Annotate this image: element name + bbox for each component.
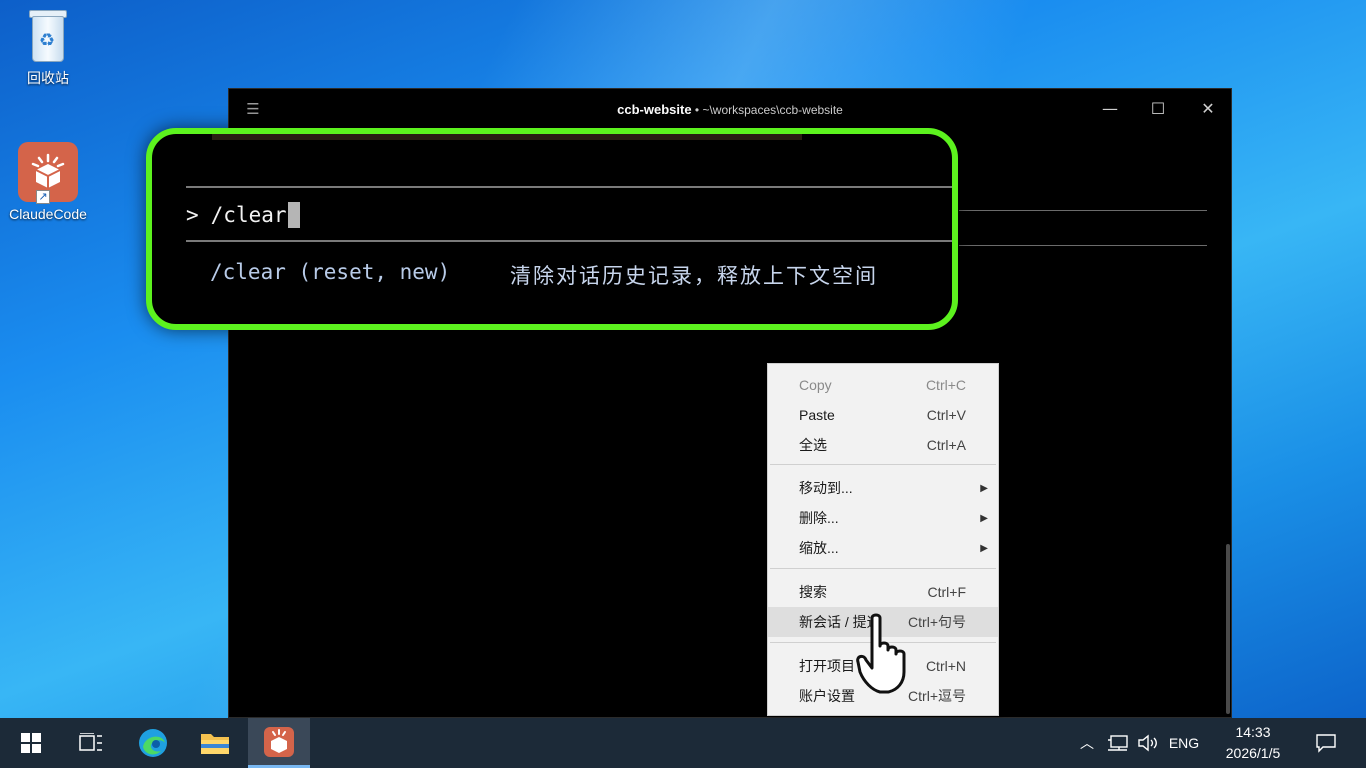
hand-pointer-icon	[856, 613, 906, 694]
menu-item-shortcut: Ctrl+V	[926, 407, 966, 423]
title-bar[interactable]: ☰ ccb-website • ~\workspaces\ccb-website…	[229, 89, 1231, 131]
desktop-icon-claudecode[interactable]: ↗ ClaudeCode	[0, 142, 96, 222]
clock-time: 14:33	[1235, 724, 1271, 740]
menu-item-copy[interactable]: Copy Ctrl+C	[768, 370, 998, 400]
menu-item-label: 账户设置	[799, 688, 855, 704]
input-bottom-divider	[186, 240, 952, 242]
input-top-divider	[186, 186, 952, 188]
terminal-divider	[959, 245, 1207, 246]
menu-item-search[interactable]: 搜索 Ctrl+F	[768, 577, 998, 607]
input-text: /clear	[210, 203, 287, 227]
desktop-icon-label: 回收站	[27, 70, 69, 86]
zoom-highlight-callout: > /clear /clear (reset, new) 清除对话历史记录，释放上…	[146, 128, 958, 330]
notification-center-button[interactable]	[1306, 718, 1346, 768]
edge-browser-icon	[139, 729, 167, 757]
suggestion-description: 清除对话历史记录，释放上下文空间	[510, 264, 878, 288]
submenu-arrow-icon: ▶	[980, 542, 988, 554]
taskbar-edge-button[interactable]	[122, 718, 184, 768]
taskbar-file-explorer-button[interactable]	[184, 718, 246, 768]
menu-separator	[770, 464, 996, 465]
clock-date: 2026/1/5	[1225, 745, 1281, 761]
folder-icon	[201, 734, 229, 754]
prompt-symbol: >	[186, 203, 199, 227]
menu-item-label: 打开项目	[799, 658, 855, 674]
menu-item-move-to[interactable]: 移动到... ▶	[768, 473, 998, 503]
menu-item-paste[interactable]: Paste Ctrl+V	[768, 400, 998, 430]
menu-item-shortcut: Ctrl+A	[926, 437, 966, 453]
menu-item-label: 搜索	[799, 584, 827, 600]
taskbar-claudecode-button[interactable]	[248, 718, 310, 768]
input-language-indicator[interactable]: ENG	[1164, 718, 1204, 768]
claude-code-icon	[264, 726, 294, 757]
clipped-previous-line	[212, 134, 802, 140]
start-button[interactable]	[0, 718, 62, 768]
desktop-icon-recycle-bin[interactable]: ♻ 回收站	[0, 8, 96, 88]
menu-item-label: Paste	[799, 407, 835, 423]
desktop-icon-label: ClaudeCode	[9, 206, 87, 222]
menu-item-shortcut: Ctrl+F	[927, 584, 967, 600]
menu-item-label: 全选	[799, 437, 827, 453]
menu-separator	[770, 568, 996, 569]
windows-logo-icon	[21, 733, 41, 753]
window-title-separator: •	[691, 103, 703, 117]
menu-item-label: 删除...	[799, 510, 839, 526]
suggestion-command: /clear (reset, new)	[210, 260, 451, 284]
shortcut-arrow-icon: ↗	[36, 190, 50, 204]
taskbar: ︿ ENG 14:33 2026/1/5	[0, 718, 1366, 768]
maximize-button[interactable]: ☐	[1143, 97, 1173, 121]
close-button[interactable]: ✕	[1193, 97, 1223, 121]
menu-item-select-all[interactable]: 全选 Ctrl+A	[768, 430, 998, 460]
menu-item-delete[interactable]: 删除... ▶	[768, 503, 998, 533]
submenu-arrow-icon: ▶	[980, 512, 988, 524]
window-title-path: ~\workspaces\ccb-website	[702, 103, 843, 117]
menu-item-label: 缩放...	[799, 540, 839, 556]
terminal-divider	[959, 210, 1207, 211]
taskbar-clock[interactable]: 14:33 2026/1/5	[1212, 722, 1294, 764]
terminal-scrollbar[interactable]	[1226, 544, 1230, 714]
menu-item-label: 移动到...	[799, 480, 853, 496]
task-view-button[interactable]	[60, 718, 122, 768]
network-icon[interactable]	[1104, 718, 1132, 768]
menu-item-zoom[interactable]: 缩放... ▶	[768, 533, 998, 563]
menu-item-label: Copy	[799, 377, 832, 393]
volume-icon[interactable]	[1134, 718, 1162, 768]
recycle-bin-icon: ♻	[26, 8, 70, 64]
menu-item-shortcut: Ctrl+N	[925, 658, 966, 674]
window-title-name: ccb-website	[617, 102, 692, 117]
notification-icon	[1316, 734, 1336, 753]
command-suggestion[interactable]: /clear (reset, new) 清除对话历史记录，释放上下文空间	[210, 260, 878, 290]
submenu-arrow-icon: ▶	[980, 482, 988, 494]
window-title: ccb-website • ~\workspaces\ccb-website	[229, 102, 1231, 117]
command-input[interactable]: > /clear	[186, 202, 300, 228]
task-view-icon	[79, 733, 102, 751]
show-hidden-icons-chevron-icon[interactable]: ︿	[1074, 718, 1100, 768]
claude-code-icon: ↗	[18, 142, 78, 204]
menu-item-shortcut: Ctrl+C	[925, 377, 966, 393]
minimize-button[interactable]: —	[1095, 97, 1125, 121]
text-cursor	[287, 202, 300, 228]
